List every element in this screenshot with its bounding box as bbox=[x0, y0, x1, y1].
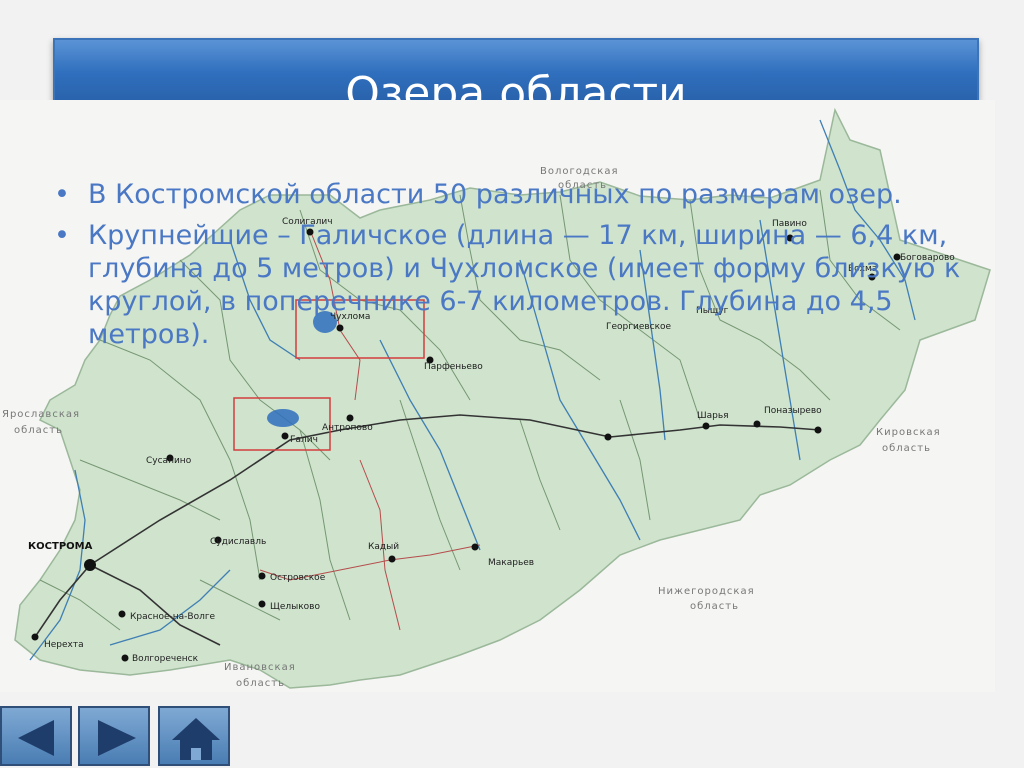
city-galich: Галич bbox=[290, 435, 318, 445]
city-kostroma: КОСТРОМА bbox=[28, 541, 93, 552]
kirov-label-2: область bbox=[882, 443, 931, 454]
yaroslavl-label-1: Ярославская bbox=[2, 409, 80, 420]
city-antropovo: Антропово bbox=[322, 423, 373, 433]
nizhny-label-1: Нижегородская bbox=[658, 586, 755, 597]
city-volgorechensk: Волгореченск bbox=[132, 654, 199, 664]
slide-title: Озера области bbox=[345, 68, 687, 102]
city-kady: Кадый bbox=[368, 542, 399, 552]
triangle-right-icon bbox=[98, 720, 136, 756]
city-sharya: Шарья bbox=[697, 411, 729, 421]
bullet-text-1: В Костромской области 50 различных по ра… bbox=[88, 179, 902, 210]
galichskoe-lake bbox=[267, 409, 299, 427]
kirov-label-1: Кировская bbox=[876, 427, 941, 438]
city-nerekhta: Нерехта bbox=[44, 640, 84, 650]
bullet-dot: • bbox=[54, 220, 70, 251]
bullet-item-2: • Крупнейшие – Галичское (длина — 17 км,… bbox=[50, 219, 970, 351]
nizhny-label-2: область bbox=[690, 601, 739, 612]
vologda-label-1: Вологодская bbox=[540, 166, 618, 177]
bullet-dot: • bbox=[54, 179, 70, 210]
bullet-item-1: • В Костромской области 50 различных по … bbox=[50, 178, 970, 211]
city-susanino: Сусанино bbox=[146, 456, 192, 466]
city-parfenyevo: Парфеньево bbox=[424, 362, 483, 372]
bullet-list: • В Костромской области 50 различных по … bbox=[50, 178, 970, 359]
city-sudislavl: Судиславль bbox=[210, 537, 266, 547]
ivanovo-label-2: область bbox=[236, 678, 285, 689]
city-makaryev: Макарьев bbox=[488, 558, 534, 568]
slide-title-bar: Озера области bbox=[53, 38, 979, 102]
city-ponazyrevo: Поназырево bbox=[764, 406, 822, 416]
triangle-left-icon bbox=[18, 720, 54, 756]
yaroslavl-label-2: область bbox=[14, 425, 63, 436]
city-shchelykovo: Щелыково bbox=[270, 602, 320, 612]
home-button[interactable] bbox=[158, 706, 230, 766]
bullet-text-2: Крупнейшие – Галичское (длина — 17 км, ш… bbox=[88, 220, 961, 350]
forward-button[interactable] bbox=[78, 706, 150, 766]
back-button[interactable] bbox=[0, 706, 72, 766]
house-icon bbox=[172, 718, 220, 760]
city-krasnoe: Красное-на-Волге bbox=[130, 612, 216, 622]
city-ostrovskoe: Островское bbox=[270, 573, 326, 583]
ivanovo-label-1: Ивановская bbox=[224, 662, 296, 673]
